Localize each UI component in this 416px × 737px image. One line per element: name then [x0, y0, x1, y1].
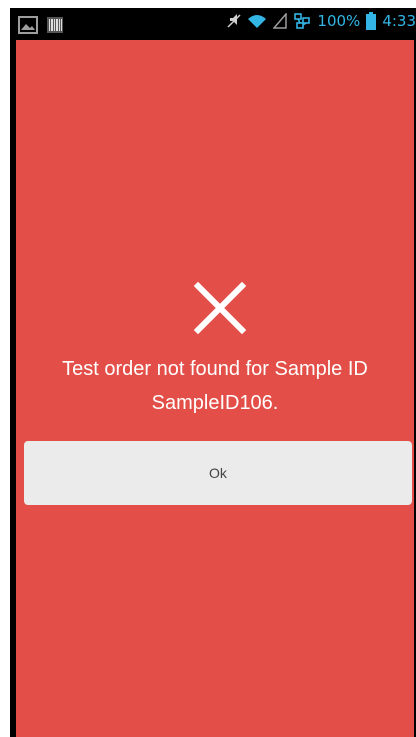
close-icon: [192, 280, 248, 336]
status-bar-right: 100% 4:33: [227, 12, 416, 30]
battery-icon: [366, 12, 377, 30]
wifi-icon: [247, 13, 267, 29]
signal-icon: [273, 13, 288, 29]
ok-button[interactable]: Ok: [24, 441, 412, 505]
error-screen: Test order not found for Sample ID Sampl…: [16, 40, 414, 737]
status-bar: 100% 4:33: [10, 8, 416, 40]
battery-percent: 100%: [317, 12, 361, 30]
clock: 4:33: [382, 12, 416, 30]
error-message: Test order not found for Sample ID Sampl…: [16, 352, 414, 420]
status-bar-left: [18, 16, 64, 34]
barcode-icon: [46, 16, 64, 34]
ok-button-label: Ok: [209, 465, 227, 481]
network-icon: [293, 12, 311, 30]
error-message-line-2: SampleID106.: [151, 392, 279, 414]
gallery-icon: [18, 16, 38, 34]
mute-icon: [227, 13, 241, 29]
error-message-line-1: Test order not found for Sample ID: [62, 358, 368, 380]
